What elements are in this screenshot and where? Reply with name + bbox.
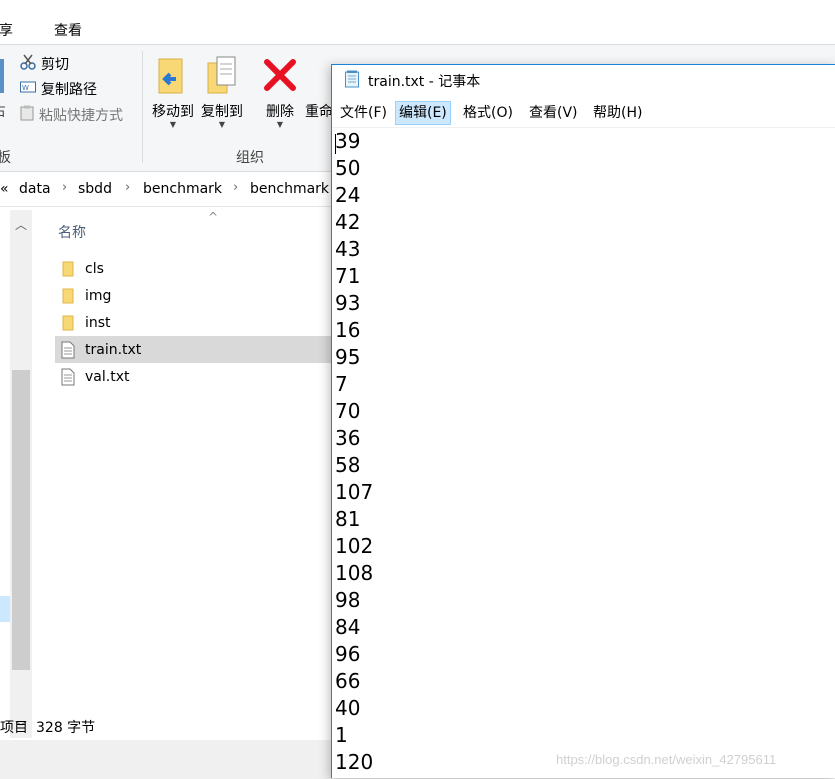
- text-file-icon: [55, 368, 81, 386]
- text-line: 95: [335, 345, 361, 369]
- paste-shortcut-icon: [20, 105, 34, 125]
- chevron-right-icon[interactable]: ›: [125, 180, 130, 195]
- organize-group-label: 组织: [236, 150, 264, 166]
- status-size: 328 字节: [36, 720, 96, 736]
- text-line: 58: [335, 453, 361, 477]
- text-line: 81: [335, 507, 361, 531]
- sort-up-icon: ^: [208, 210, 219, 224]
- text-line: 16: [335, 318, 361, 342]
- folder-icon: [55, 315, 81, 331]
- cut-button[interactable]: 剪切: [20, 53, 69, 75]
- delete-x-icon: [255, 53, 305, 97]
- text-line: 24: [335, 183, 361, 207]
- menu-edit[interactable]: 编辑(E): [395, 101, 451, 125]
- file-name: cls: [85, 260, 104, 277]
- text-line: 66: [335, 669, 361, 693]
- copy-to-icon: [197, 53, 247, 97]
- watermark: https://blog.csdn.net/weixin_42795611: [556, 752, 777, 767]
- copy-path-label: 复制路径: [41, 82, 97, 98]
- ribbon-separator: [142, 51, 143, 163]
- notepad-icon: [344, 70, 360, 92]
- text-line: 40: [335, 696, 361, 720]
- text-line: 71: [335, 264, 361, 288]
- text-line: 39: [335, 129, 361, 153]
- text-line: 120: [335, 750, 374, 774]
- copy-path-button[interactable]: W 复制路径: [20, 78, 97, 100]
- folder-icon: [55, 288, 81, 304]
- nav-pane-selection: [0, 596, 10, 622]
- text-line: 98: [335, 588, 361, 612]
- paste-shortcut-label: 粘贴快捷方式: [39, 108, 123, 124]
- text-line: 107: [335, 480, 374, 504]
- file-name: inst: [85, 314, 111, 331]
- notepad-title-bar[interactable]: train.txt - 记事本: [332, 65, 835, 97]
- paste-icon[interactable]: [0, 59, 4, 93]
- status-bar: 项目 328 字节: [0, 716, 330, 738]
- tab-share[interactable]: 享: [0, 20, 13, 40]
- text-line: 70: [335, 399, 361, 423]
- window-title: train.txt - 记事本: [368, 74, 481, 90]
- breadcrumb-overflow[interactable]: «: [0, 181, 9, 197]
- breadcrumb-item[interactable]: benchmark: [250, 181, 329, 197]
- move-to-icon: [148, 53, 198, 97]
- breadcrumb-item[interactable]: data: [19, 181, 51, 197]
- file-row-train-txt[interactable]: train.txt: [55, 336, 335, 363]
- delete-button[interactable]: 删除 ▼: [255, 53, 305, 129]
- move-to-button[interactable]: 移动到 ▼: [148, 53, 198, 129]
- chevron-down-icon: ▼: [276, 120, 284, 129]
- text-line: 43: [335, 237, 361, 261]
- file-list: ^ 名称 cls img inst train.txt val.txt: [40, 210, 335, 720]
- clipboard-group-label: 板: [0, 150, 11, 166]
- text-file-icon: [55, 341, 81, 359]
- menu-format[interactable]: 格式(O): [460, 102, 516, 124]
- text-line: 93: [335, 291, 361, 315]
- tab-view[interactable]: 查看: [54, 20, 82, 40]
- text-line: 84: [335, 615, 361, 639]
- file-row-inst[interactable]: inst: [55, 309, 335, 336]
- file-row-img[interactable]: img: [55, 282, 335, 309]
- text-line: 1: [335, 723, 348, 747]
- delete-label: 删除: [266, 104, 294, 120]
- notepad-window: train.txt - 记事本 文件(F) 编辑(E) 格式(O) 查看(V) …: [331, 64, 835, 778]
- copy-to-button[interactable]: 复制到 ▼: [197, 53, 247, 129]
- breadcrumb-item[interactable]: benchmark: [143, 181, 222, 197]
- copy-path-icon: W: [20, 80, 36, 98]
- paste-shortcut-button[interactable]: 粘贴快捷方式: [20, 104, 123, 126]
- text-line: 50: [335, 156, 361, 180]
- file-name: img: [85, 287, 112, 304]
- folder-icon: [55, 261, 81, 277]
- text-line: 108: [335, 561, 374, 585]
- nav-scrollbar[interactable]: ︿ ﹀: [10, 210, 32, 738]
- text-line: 96: [335, 642, 361, 666]
- scrollbar-thumb[interactable]: [12, 370, 30, 670]
- menu-help[interactable]: 帮助(H): [590, 102, 645, 124]
- text-editor-area[interactable]: 39 50 24 42 43 71 93 16 95 7 70 36 58 107 81 102 108 98 84…: [332, 127, 835, 779]
- paste-label-fragment: 占: [0, 101, 6, 121]
- ribbon-tabs: 享 查看: [0, 0, 835, 44]
- chevron-down-icon: ▼: [218, 120, 226, 129]
- menu-view[interactable]: 查看(V): [526, 102, 581, 124]
- menu-bar: 文件(F) 编辑(E) 格式(O) 查看(V) 帮助(H): [332, 101, 835, 125]
- chevron-down-icon: ▼: [169, 120, 177, 129]
- text-line: 36: [335, 426, 361, 450]
- scissors-icon: [20, 54, 36, 74]
- text-line: 42: [335, 210, 361, 234]
- file-name: train.txt: [85, 341, 142, 358]
- file-row-cls[interactable]: cls: [55, 255, 335, 282]
- breadcrumb-item[interactable]: sbdd: [78, 181, 112, 197]
- status-items-label: 项目: [0, 720, 28, 736]
- chevron-right-icon[interactable]: ›: [233, 180, 238, 195]
- copy-to-label: 复制到: [201, 104, 243, 120]
- text-line: 7: [335, 372, 348, 396]
- chevron-right-icon[interactable]: ›: [62, 180, 67, 195]
- svg-text:W: W: [22, 84, 29, 92]
- chevron-up-icon[interactable]: ︿: [10, 216, 32, 233]
- column-header-name[interactable]: 名称: [58, 222, 86, 242]
- cut-label: 剪切: [41, 57, 69, 73]
- move-to-label: 移动到: [152, 104, 194, 120]
- menu-file[interactable]: 文件(F): [337, 102, 390, 124]
- file-row-val-txt[interactable]: val.txt: [55, 363, 335, 390]
- text-line: 102: [335, 534, 374, 558]
- file-name: val.txt: [85, 368, 130, 385]
